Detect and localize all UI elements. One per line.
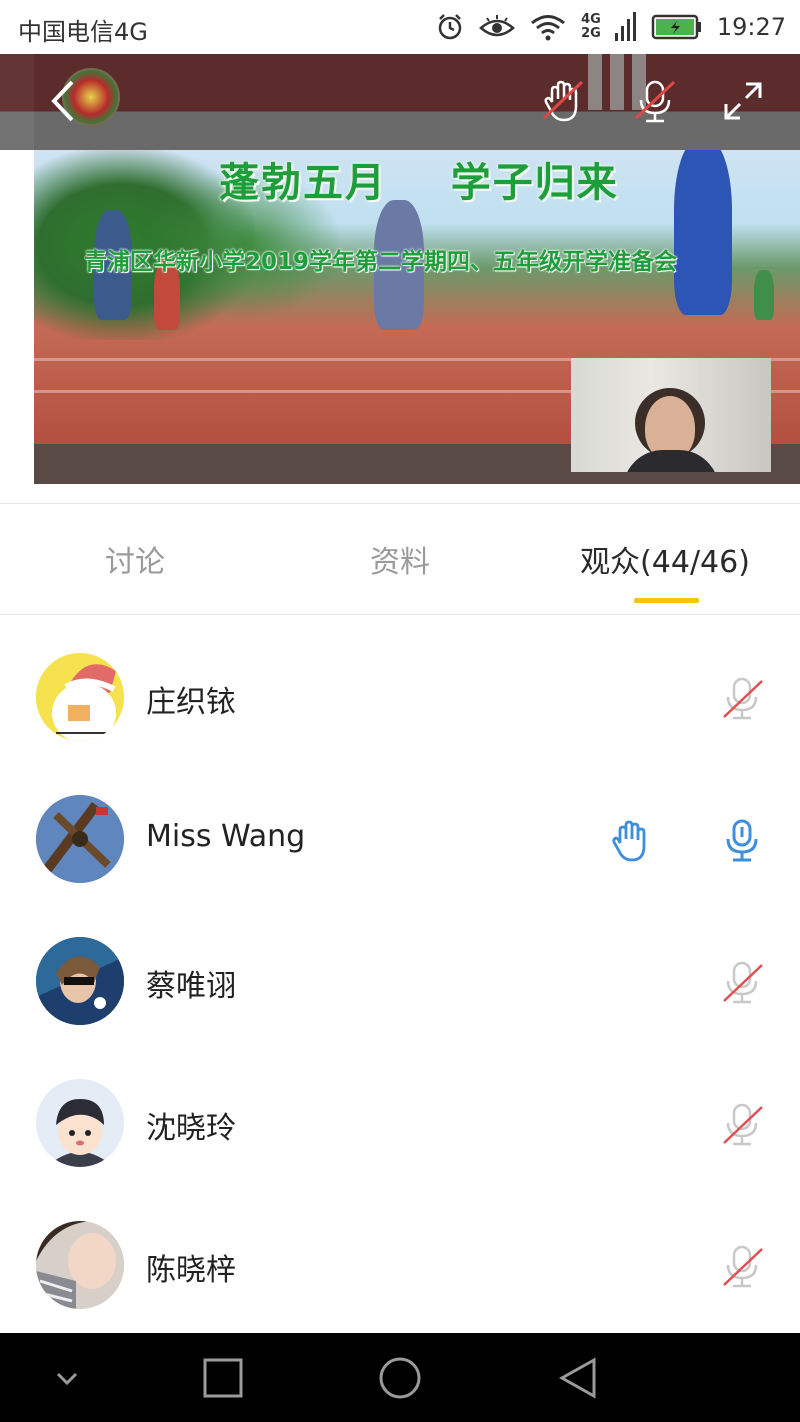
- back-button[interactable]: [40, 78, 86, 124]
- audience-list: 庄织铱 Miss Wang 蔡唯诩 沈晓玲 陈晓梓: [0, 615, 800, 1333]
- circle-icon: [379, 1357, 421, 1399]
- mic-muted-icon[interactable]: [720, 1101, 764, 1149]
- fullscreen-button[interactable]: [720, 78, 766, 124]
- network-type: 4G 2G: [581, 13, 601, 41]
- back-chevron-icon: [51, 80, 74, 122]
- status-bar: 中国电信4G 4G 2G 19:27: [0, 0, 800, 54]
- mic-muted-icon[interactable]: [720, 959, 764, 1007]
- network-2g-label: 2G: [581, 26, 601, 41]
- status-icons: 4G 2G 19:27: [435, 8, 786, 46]
- avatar: [36, 937, 124, 1025]
- chevron-down-icon: [56, 1372, 78, 1386]
- raise-hand-button[interactable]: [540, 78, 586, 124]
- audience-row[interactable]: 庄织铱: [0, 615, 800, 757]
- tab-materials[interactable]: 资料: [325, 534, 475, 584]
- audience-name: 沈晓玲: [146, 1111, 236, 1146]
- audience-row[interactable]: 蔡唯诩: [0, 899, 800, 1041]
- mic-muted-icon: [634, 80, 676, 123]
- audience-name: Miss Wang: [146, 819, 306, 854]
- mic-muted-icon[interactable]: [720, 1243, 764, 1291]
- raised-hand-icon[interactable]: [608, 817, 654, 865]
- eye-icon: [479, 15, 516, 37]
- live-video-area: 蓬勃五月 学子归来 青浦区华新小学2019学年第二学期四、五年级开学准备会: [0, 54, 800, 504]
- nav-back-button[interactable]: [556, 1355, 602, 1401]
- fullscreen-icon: [724, 82, 762, 120]
- avatar: [36, 1221, 124, 1309]
- alarm-icon: [438, 14, 462, 40]
- avatar: [36, 653, 124, 741]
- system-navigation-bar: [0, 1333, 800, 1422]
- banner-title: 蓬勃五月 学子归来: [219, 160, 619, 206]
- clock-time: 19:27: [716, 13, 786, 41]
- audience-row[interactable]: 沈晓玲: [0, 1041, 800, 1183]
- triangle-back-icon: [558, 1357, 596, 1399]
- signal-icon: [614, 12, 636, 41]
- banner-subtitle: 青浦区华新小学2019学年第二学期四、五年级开学准备会: [84, 249, 678, 275]
- video-top-bar: [0, 54, 800, 150]
- nav-home-button[interactable]: [377, 1355, 423, 1401]
- active-tab-indicator: [634, 598, 699, 603]
- microphone-button[interactable]: [632, 78, 678, 124]
- mic-muted-icon[interactable]: [720, 675, 764, 723]
- audience-name: 陈晓梓: [146, 1253, 236, 1288]
- battery-icon: [651, 14, 701, 40]
- audience-row[interactable]: Miss Wang: [0, 757, 800, 899]
- tab-bar: 讨论 资料 观众(44/46): [0, 504, 800, 614]
- square-icon: [203, 1358, 243, 1398]
- avatar: [36, 1079, 124, 1167]
- avatar: [36, 795, 124, 883]
- tab-audience[interactable]: 观众(44/46): [570, 534, 760, 584]
- nav-recents-button[interactable]: [200, 1355, 246, 1401]
- audience-name: 庄织铱: [146, 685, 236, 720]
- audience-row[interactable]: 陈晓梓: [0, 1183, 800, 1325]
- nav-collapse-button[interactable]: [44, 1355, 90, 1401]
- audience-name: 蔡唯诩: [146, 969, 236, 1004]
- wifi-icon: [531, 15, 566, 41]
- hand-muted-icon: [542, 80, 584, 122]
- mic-active-icon[interactable]: [720, 817, 764, 865]
- tab-discussion[interactable]: 讨论: [60, 534, 210, 584]
- presenter-pip-video[interactable]: [571, 358, 771, 472]
- network-4g-label: 4G: [581, 12, 601, 27]
- carrier-label: 中国电信4G: [18, 18, 148, 46]
